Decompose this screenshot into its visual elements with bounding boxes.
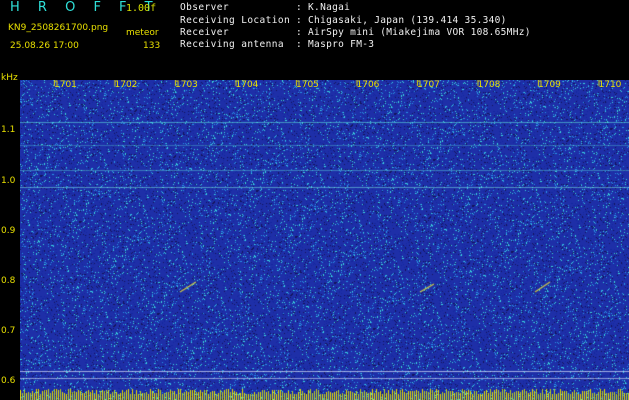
y-tick-label: 0.9 <box>1 226 16 236</box>
y-tick-label: 1.0 <box>1 176 16 186</box>
observer-value: : K.Nagai <box>296 2 351 13</box>
receiver-value: : AirSpy mini (Miakejima VOR 108.65MHz) <box>296 27 531 38</box>
header-panel: H R O F F T 1.00f KN9_2508261700.png met… <box>0 0 629 83</box>
x-tick-label: 1709 <box>538 80 561 90</box>
x-tick-label: 1708 <box>477 80 501 90</box>
x-tick-label: 1706 <box>356 80 380 90</box>
x-tick-label: 1705 <box>296 80 319 90</box>
receiver-label: Receiver <box>180 27 229 38</box>
antenna-label: Receiving antenna <box>180 39 285 50</box>
count-label: 133 <box>143 41 161 51</box>
spectrogram[interactable] <box>20 80 629 400</box>
y-axis-unit-label: kHz <box>1 73 18 83</box>
observer-label: Observer <box>180 2 229 13</box>
location-label: Receiving Location <box>180 15 291 26</box>
x-tick-label: 1707 <box>417 80 440 90</box>
y-tick-label: 0.6 <box>1 376 16 386</box>
mode-label: meteor <box>126 28 159 38</box>
x-tick-label: 1703 <box>175 80 198 90</box>
x-tick-label: 1702 <box>114 80 138 90</box>
filename-label: KN9_2508261700.png <box>8 23 109 33</box>
y-tick-label: 1.1 <box>1 125 16 135</box>
antenna-value: : Maspro FM-3 <box>296 39 375 50</box>
x-tick-label: 1710 <box>598 80 622 90</box>
x-tick-label: 1704 <box>235 80 259 90</box>
datetime-label: 25.08.26 17:00 <box>10 41 79 51</box>
y-tick-label: 0.7 <box>1 326 16 336</box>
version-label: 1.00f <box>126 3 157 14</box>
x-tick-label: 1701 <box>54 80 77 90</box>
location-value: : Chigasaki, Japan (139.414 35.340) <box>296 15 507 26</box>
y-tick-label: 0.8 <box>1 276 16 286</box>
spectrogram-canvas[interactable] <box>20 80 629 400</box>
